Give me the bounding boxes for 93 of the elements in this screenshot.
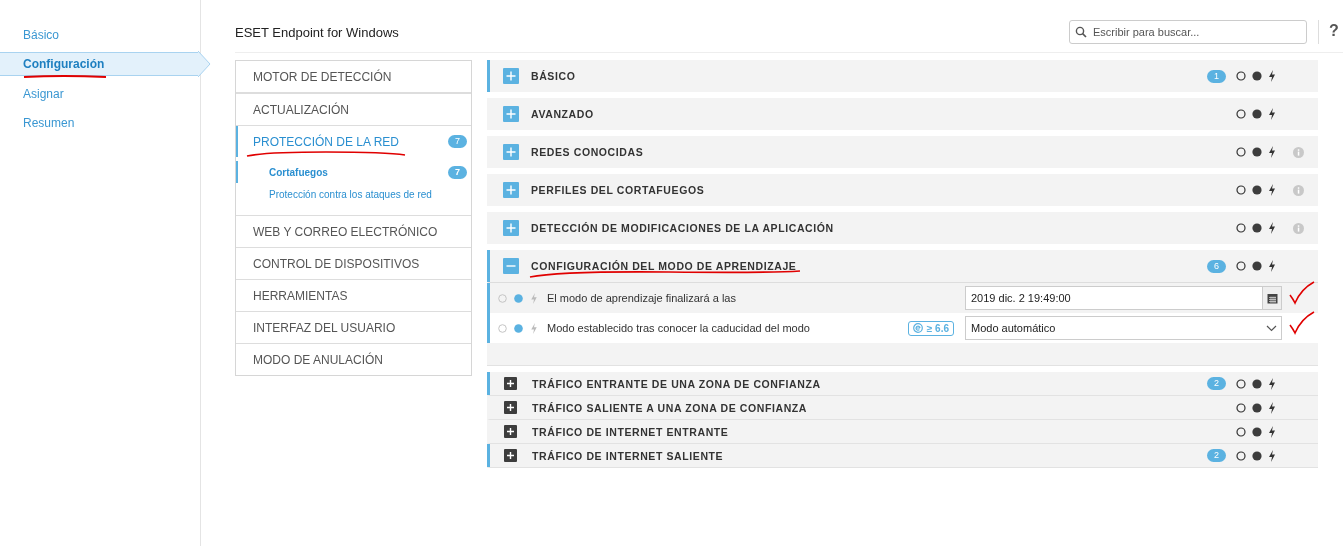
count-badge: 6: [1207, 259, 1226, 273]
setting-label: El modo de aprendizaje finalizará a las: [547, 292, 736, 304]
expand-toggle-icon[interactable]: [503, 68, 519, 84]
count-badge: 7: [448, 165, 467, 179]
count-badge: 1: [1207, 69, 1226, 83]
count-badge: 2: [1207, 377, 1226, 390]
lightning-icon[interactable]: [1268, 377, 1276, 390]
filled-circle-icon[interactable]: [1252, 261, 1262, 271]
filled-circle-icon[interactable]: [1252, 147, 1262, 157]
filled-circle-icon[interactable]: [1252, 71, 1262, 81]
circle-outline-icon[interactable]: [1236, 185, 1246, 195]
filled-circle-icon[interactable]: [1252, 426, 1262, 437]
annotation-check-icon: [1289, 311, 1315, 335]
lightning-icon[interactable]: [1268, 70, 1276, 82]
category-item[interactable]: CONTROL DE DISPOSITIVOS: [236, 248, 471, 279]
circle-outline-icon[interactable]: [1236, 378, 1246, 389]
section-header[interactable]: TRÁFICO SALIENTE A UNA ZONA DE CONFIANZA: [487, 396, 1318, 420]
category-item[interactable]: WEB Y CORREO ELECTRÓNICO: [236, 216, 471, 247]
dot-icon[interactable]: [514, 293, 523, 303]
filled-circle-icon[interactable]: [1252, 109, 1262, 119]
circle-outline-icon[interactable]: [1236, 147, 1246, 157]
category-item[interactable]: PROTECCIÓN DE LA RED 7: [236, 126, 471, 157]
circle-outline-icon[interactable]: [1236, 223, 1246, 233]
section-header[interactable]: TRÁFICO DE INTERNET ENTRANTE: [487, 420, 1318, 444]
section-title: REDES CONOCIDAS: [531, 146, 644, 158]
setting-label: Modo establecido tras conocer la caducidad del modo: [547, 322, 810, 334]
subcategory-item[interactable]: Cortafuegos 7: [236, 161, 471, 183]
category-item[interactable]: MODO DE ANULACIÓN: [236, 344, 471, 375]
app-title: ESET Endpoint for Windows: [235, 23, 400, 40]
calendar-icon[interactable]: [1266, 292, 1278, 304]
category-item[interactable]: MOTOR DE DETECCIÓN: [236, 61, 471, 92]
annotation-check-icon: [1289, 281, 1315, 305]
section-header[interactable]: AVANZADO: [487, 98, 1318, 130]
lightning-icon[interactable]: [1268, 449, 1276, 462]
section-header[interactable]: BÁSICO 1: [487, 60, 1318, 92]
section-title: TRÁFICO SALIENTE A UNA ZONA DE CONFIANZA: [532, 401, 807, 414]
chevron-down-icon: [1266, 324, 1277, 332]
expand-toggle-icon[interactable]: [503, 106, 519, 122]
filled-circle-icon[interactable]: [1252, 450, 1262, 461]
expand-toggle-icon[interactable]: [503, 220, 519, 236]
filled-circle-icon[interactable]: [1252, 223, 1262, 233]
filled-circle-icon[interactable]: [1252, 185, 1262, 195]
expand-toggle-icon[interactable]: [504, 401, 517, 414]
section-header[interactable]: PERFILES DEL CORTAFUEGOS: [487, 174, 1318, 206]
subcategory-item[interactable]: Protección contra los ataques de red: [236, 183, 471, 205]
section-header[interactable]: REDES CONOCIDAS: [487, 136, 1318, 168]
section-title: PERFILES DEL CORTAFUEGOS: [531, 184, 705, 196]
product-logo-icon: [912, 323, 923, 333]
lightning-icon[interactable]: [1268, 184, 1276, 196]
lightning-icon[interactable]: [1268, 222, 1276, 234]
section-header[interactable]: TRÁFICO ENTRANTE DE UNA ZONA DE CONFIANZA 2: [487, 372, 1318, 396]
section-title: DETECCIÓN DE MODIFICACIONES DE LA APLICACIÓN: [531, 222, 834, 234]
dot-icon[interactable]: [514, 323, 523, 333]
section-title: CONFIGURACIÓN DEL MODO DE APRENDIZAJE: [531, 260, 797, 272]
circle-outline-icon[interactable]: [1236, 109, 1246, 119]
filled-circle-icon[interactable]: [1252, 402, 1262, 413]
circle-outline-icon[interactable]: [1236, 71, 1246, 81]
category-item[interactable]: HERRAMIENTAS: [236, 280, 471, 311]
section-header[interactable]: TRÁFICO DE INTERNET SALIENTE 2: [487, 444, 1318, 468]
search-icon: [1075, 26, 1087, 38]
circle-outline-icon[interactable]: [1236, 450, 1246, 461]
section-title: TRÁFICO ENTRANTE DE UNA ZONA DE CONFIANZA: [532, 377, 821, 390]
section-title: AVANZADO: [531, 108, 594, 120]
count-badge: 2: [1207, 449, 1226, 462]
help-link[interactable]: ?: [1329, 22, 1343, 40]
section-header[interactable]: CONFIGURACIÓN DEL MODO DE APRENDIZAJE 6: [487, 250, 1318, 283]
lightning-icon[interactable]: [1268, 108, 1276, 120]
circle-outline-icon[interactable]: [1236, 402, 1246, 413]
lightning-icon[interactable]: [1268, 401, 1276, 414]
mode-dropdown[interactable]: Modo automático: [965, 316, 1282, 340]
filled-circle-icon[interactable]: [1252, 378, 1262, 389]
section-title: TRÁFICO DE INTERNET SALIENTE: [532, 449, 724, 462]
version-text: ≥ 6.6: [926, 322, 949, 334]
section-title: TRÁFICO DE INTERNET ENTRANTE: [532, 425, 729, 438]
lightning-icon[interactable]: [1268, 260, 1276, 272]
category-item[interactable]: INTERFAZ DEL USUARIO: [236, 312, 471, 343]
expand-toggle-icon[interactable]: [504, 425, 517, 438]
circle-outline-icon[interactable]: [1236, 261, 1246, 271]
section-title: BÁSICO: [531, 70, 576, 82]
expand-toggle-icon[interactable]: [504, 377, 517, 390]
section-header[interactable]: DETECCIÓN DE MODIFICACIONES DE LA APLICACIÓN: [487, 212, 1318, 244]
circle-outline-icon[interactable]: [1236, 426, 1246, 437]
lightning-icon[interactable]: [1268, 146, 1276, 158]
lightning-icon[interactable]: [1268, 425, 1276, 438]
date-field[interactable]: 2019 dic. 2 19:49:00: [965, 286, 1282, 310]
selection-arrow-icon: [198, 50, 212, 77]
expand-toggle-icon[interactable]: [504, 449, 517, 462]
expand-toggle-icon[interactable]: [503, 258, 519, 274]
count-badge: 7: [448, 135, 467, 148]
expand-toggle-icon[interactable]: [503, 144, 519, 160]
category-item[interactable]: ACTUALIZACIÓN: [236, 94, 471, 125]
expand-toggle-icon[interactable]: [503, 182, 519, 198]
search-field[interactable]: Escribir para buscar...: [1069, 20, 1307, 44]
